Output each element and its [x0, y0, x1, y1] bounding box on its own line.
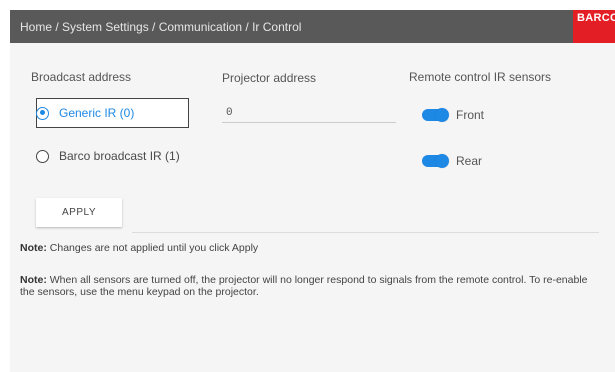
sensor-front-label: Front: [456, 108, 485, 122]
header-bar: Home / System Settings / Communication /…: [10, 10, 615, 43]
breadcrumb[interactable]: Home / System Settings / Communication /…: [20, 20, 301, 34]
radio-barco-broadcast-ir[interactable]: Barco broadcast IR (1): [36, 149, 180, 163]
toggle-switch-icon[interactable]: [422, 108, 449, 122]
sensor-front-toggle[interactable]: Front: [422, 108, 484, 122]
brand-text: BARCO: [577, 12, 615, 24]
apply-button[interactable]: APPLY: [36, 198, 122, 227]
ir-sensors-title: Remote control IR sensors: [409, 70, 552, 84]
radio-selected-icon[interactable]: [36, 106, 49, 120]
toggle-switch-icon[interactable]: [422, 154, 449, 168]
note-prefix: Note:: [20, 242, 47, 254]
projector-address-title: Projector address: [222, 71, 317, 85]
sensor-rear-toggle[interactable]: Rear: [422, 154, 482, 168]
sensor-rear-label: Rear: [456, 154, 483, 168]
note-sensors-text: When all sensors are turned off, the pro…: [20, 274, 588, 298]
radio-unselected-icon[interactable]: [36, 149, 49, 163]
note-sensors: Note: When all sensors are turned off, t…: [20, 274, 590, 298]
settings-panel: Home / System Settings / Communication /…: [10, 10, 615, 372]
radio-barco-broadcast-ir-label: Barco broadcast IR (1): [59, 149, 180, 163]
radio-generic-ir[interactable]: Generic IR (0): [36, 106, 134, 120]
radio-generic-ir-label: Generic IR (0): [59, 106, 135, 120]
toggle-knob: [435, 154, 449, 168]
divider: [132, 232, 599, 233]
note-apply: Note: Changes are not applied until you …: [20, 242, 590, 254]
note-prefix: Note:: [20, 274, 47, 286]
projector-address-input[interactable]: [222, 104, 396, 123]
toggle-knob: [435, 108, 449, 122]
broadcast-address-title: Broadcast address: [31, 70, 132, 84]
barco-logo: BARCO: [573, 10, 615, 43]
note-apply-text: Changes are not applied until you click …: [49, 242, 259, 254]
